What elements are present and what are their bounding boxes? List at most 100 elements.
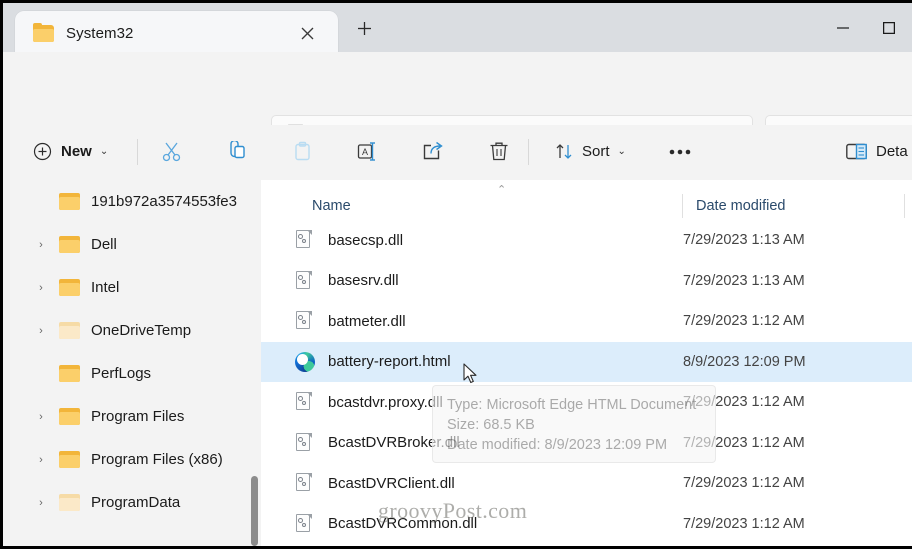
column-header-date-modified[interactable]: Date modified: [696, 198, 785, 214]
sidebar-item-label: Intel: [91, 279, 120, 296]
sidebar-item-program-files-x86[interactable]: › Program Files (x86): [3, 438, 261, 481]
new-button[interactable]: New ⌄: [25, 135, 116, 168]
sidebar-item-191b972a3574553fe3[interactable]: 191b972a3574553fe3: [3, 180, 261, 223]
sort-icon: [556, 144, 572, 159]
chevron-right-icon[interactable]: ›: [27, 239, 55, 251]
sidebar-item-label: 191b972a3574553fe3: [91, 193, 237, 210]
sidebar-item-perflogs[interactable]: PerfLogs: [3, 352, 261, 395]
more-options-button[interactable]: [663, 135, 696, 168]
file-date-modified: 7/29/2023 1:12 AM: [683, 394, 805, 411]
file-icon-dll: [295, 311, 313, 331]
new-button-label: New: [61, 143, 92, 160]
file-row[interactable]: battery-report.html 8/9/2023 12:09 PM: [261, 341, 912, 382]
file-row[interactable]: basecsp.dll 7/29/2023 1:13 AM: [261, 220, 912, 261]
folder-icon: [59, 408, 80, 425]
column-divider-1[interactable]: [682, 194, 683, 218]
file-date-modified: 7/29/2023 1:13 AM: [683, 232, 805, 249]
file-name: basecsp.dll: [328, 231, 404, 249]
sidebar-item-onedrivetemp[interactable]: › OneDriveTemp: [3, 309, 261, 352]
folder-icon: [59, 451, 80, 468]
file-date-modified: 7/29/2023 1:12 AM: [683, 475, 805, 492]
tab-label: System32: [66, 24, 134, 42]
file-icon-dll: [295, 513, 313, 534]
folder-icon: [59, 494, 80, 511]
file-icon-dll: [295, 230, 313, 250]
file-rows: basecsp.dll 7/29/2023 1:13 AM basesrv.dll 7…: [261, 220, 912, 544]
sidebar-item-programdata[interactable]: › ProgramData: [3, 481, 261, 524]
sidebar-item-program-files[interactable]: › Program Files: [3, 395, 261, 438]
sort-chevron-down-icon: ⌄: [617, 146, 626, 157]
file-row[interactable]: basesrv.dll 7/29/2023 1:13 AM: [261, 261, 912, 302]
file-date-modified: 7/29/2023 1:13 AM: [683, 272, 805, 289]
rename-icon: A: [357, 142, 375, 161]
toolbar-divider-1: [137, 139, 138, 165]
address-bar: › ··· › Windows › System32 › Search Syst…: [3, 52, 912, 155]
file-name: BcastDVRClient.dll: [328, 474, 455, 492]
folder-icon: [59, 236, 80, 253]
scissors-icon: [162, 142, 181, 162]
file-list-pane: ⌃ Name Date modified basecsp.dll 7/29/202…: [261, 180, 912, 546]
nav-scrollbar-thumb[interactable]: [251, 476, 258, 546]
cut-button[interactable]: [155, 135, 188, 168]
title-bar: System32: [0, 0, 912, 55]
file-date-modified: 7/29/2023 1:12 AM: [683, 515, 805, 532]
sidebar-item-label: Dell: [91, 236, 117, 253]
tab-system32[interactable]: System32: [15, 11, 338, 55]
sidebar-item-label: Program Files (x86): [91, 451, 223, 468]
chevron-right-icon[interactable]: ›: [27, 411, 55, 423]
maximize-icon: [883, 21, 895, 34]
minimize-button[interactable]: [820, 3, 866, 52]
file-name: BcastDVRBroker.dll: [328, 434, 460, 452]
folder-icon: [59, 322, 80, 339]
command-bar: New ⌄ A Sort ⌄ Deta: [3, 125, 912, 180]
file-row[interactable]: BcastDVRCommon.dll 7/29/2023 1:12 AM: [261, 504, 912, 545]
sidebar-item-intel[interactable]: › Intel: [3, 266, 261, 309]
sidebar-item-dell[interactable]: › Dell: [3, 223, 261, 266]
copy-button[interactable]: [220, 135, 253, 168]
close-tab-icon[interactable]: [298, 24, 316, 42]
file-row[interactable]: bcastdvr.proxy.dll 7/29/2023 1:12 AM: [261, 382, 912, 423]
folder-icon: [33, 22, 54, 42]
new-tab-button[interactable]: [353, 17, 375, 39]
view-details-button[interactable]: Deta: [846, 135, 908, 168]
copy-icon: [230, 141, 245, 159]
sidebar-item-label: Program Files: [91, 408, 185, 425]
column-header-name[interactable]: Name: [312, 198, 351, 214]
paste-icon: [295, 141, 310, 161]
maximize-button[interactable]: [866, 3, 912, 52]
file-date-modified: 8/9/2023 12:09 PM: [683, 353, 806, 370]
file-row[interactable]: BcastDVRBroker.dll 7/29/2023 1:12 AM: [261, 423, 912, 464]
file-icon-dll: [295, 392, 313, 412]
delete-button[interactable]: [482, 135, 515, 168]
sidebar-item-label: OneDriveTemp: [91, 322, 192, 339]
sort-button[interactable]: Sort ⌄: [555, 135, 626, 168]
folder-icon: [59, 279, 80, 296]
window-controls: [820, 3, 912, 52]
file-row[interactable]: BcastDVRClient.dll 7/29/2023 1:12 AM: [261, 463, 912, 504]
plus-icon: [357, 21, 371, 35]
file-name: batmeter.dll: [328, 312, 406, 330]
close-icon-svg: [301, 27, 313, 39]
file-row[interactable]: batmeter.dll 7/29/2023 1:12 AM: [261, 301, 912, 342]
share-button[interactable]: [416, 135, 449, 168]
chevron-right-icon[interactable]: ›: [27, 282, 55, 294]
navigation-list: 191b972a3574553fe3 › Dell › Intel › OneDriveTe…: [3, 180, 261, 524]
column-divider-2[interactable]: [904, 194, 905, 218]
toolbar-divider-2: [528, 139, 529, 165]
file-name: BcastDVRCommon.dll: [328, 515, 478, 533]
file-icon-dll: [295, 473, 313, 493]
file-date-modified: 7/29/2023 1:12 AM: [683, 313, 805, 330]
plus-circle-icon: [33, 142, 52, 161]
file-date-modified: 7/29/2023 1:12 AM: [683, 434, 805, 451]
trash-icon: [490, 142, 507, 161]
rename-button[interactable]: A: [351, 135, 384, 168]
chevron-right-icon[interactable]: ›: [27, 497, 55, 509]
nav-scrollbar-track[interactable]: [248, 180, 261, 546]
chevron-right-icon[interactable]: ›: [27, 454, 55, 466]
sidebar-item-label: PerfLogs: [91, 365, 152, 382]
chevron-right-icon[interactable]: ›: [27, 325, 55, 337]
file-explorer-window: System32 New ⌄ A Sort ⌄ Deta 191b972a357…: [0, 0, 912, 549]
mouse-cursor: [463, 363, 479, 387]
file-name: bcastdvr.proxy.dll: [328, 393, 443, 411]
details-view-icon: [846, 143, 867, 159]
